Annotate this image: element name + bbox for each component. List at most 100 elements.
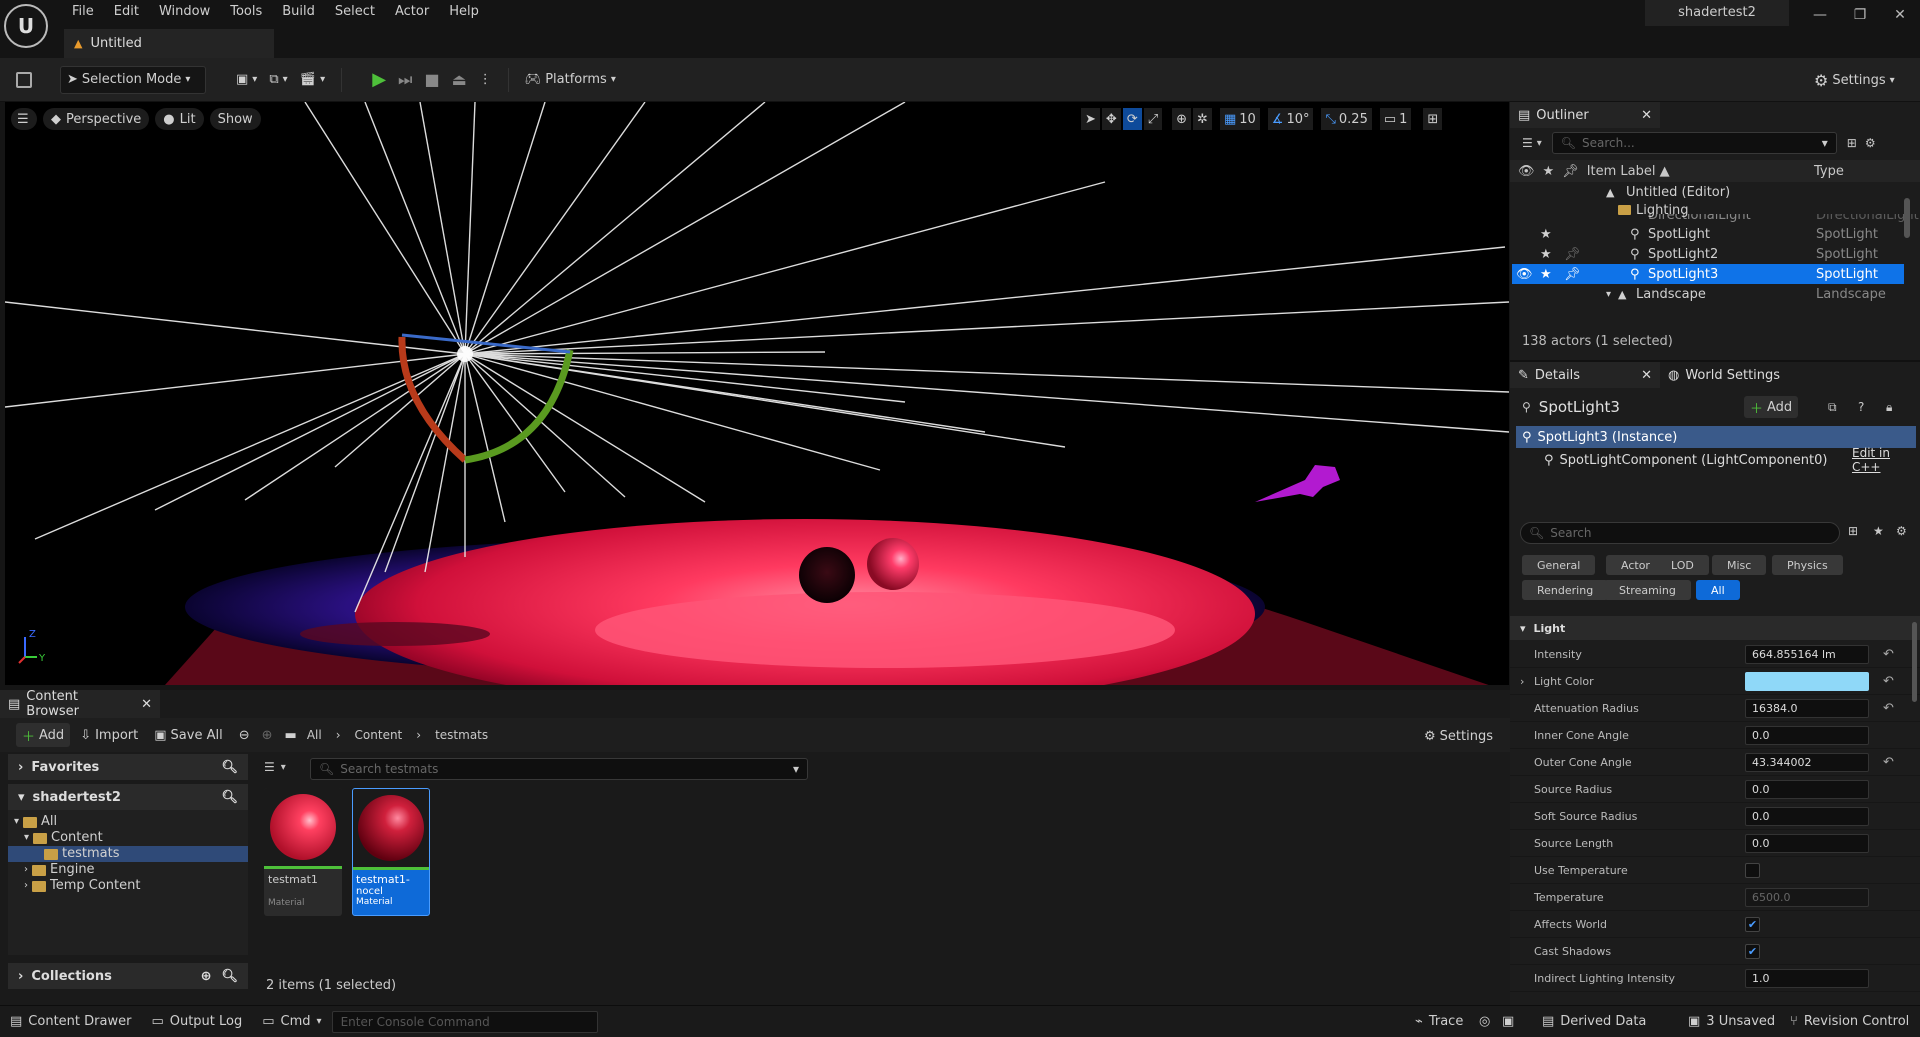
star-icon[interactable]: ★ bbox=[1543, 164, 1555, 179]
star-icon[interactable]: ★ bbox=[1540, 267, 1552, 282]
asset-tile-testmat1-nocel[interactable]: testmat1- nocel Material bbox=[352, 788, 430, 916]
record-button[interactable]: ◎ bbox=[1475, 1006, 1494, 1037]
category-general[interactable]: General bbox=[1522, 555, 1596, 575]
close-tab-icon[interactable]: ✕ bbox=[141, 697, 152, 712]
close-window-icon[interactable]: ✕ bbox=[1880, 2, 1920, 28]
menu-actor[interactable]: Actor bbox=[385, 4, 439, 20]
cinematics-button[interactable]: 🎬︎ ▾ bbox=[294, 66, 332, 94]
add-content-button[interactable]: ▣ ▾ bbox=[230, 66, 263, 94]
project-header[interactable]: ▾ shadertest2 🔍︎ bbox=[8, 784, 248, 810]
menu-help[interactable]: Help bbox=[439, 4, 489, 20]
inner-cone-angle-field[interactable]: 0.0 bbox=[1745, 725, 1869, 745]
asset-search-input[interactable]: 🔍︎ Search testmats ▾ bbox=[310, 758, 808, 780]
derived-data-button[interactable]: ▤ Derived Data bbox=[1532, 1006, 1656, 1037]
revision-control-button[interactable]: ⑂ Revision Control bbox=[1780, 1006, 1919, 1037]
pin-icon[interactable]: 📌︎ bbox=[1564, 247, 1581, 262]
forward-button[interactable]: ⊕ bbox=[260, 721, 275, 749]
save-all-button[interactable]: ▣ Save All bbox=[148, 721, 228, 749]
settings-dropdown[interactable]: ⚙ Settings ▾ bbox=[1808, 66, 1901, 94]
favorites-header[interactable]: › Favorites 🔍︎ bbox=[8, 754, 248, 780]
content-browser-tab[interactable]: ▤ Content Browser ✕ bbox=[0, 689, 160, 719]
attenuation-radius-field[interactable]: 16384.0 bbox=[1745, 698, 1869, 718]
pin-icon[interactable]: 📌︎ bbox=[1564, 267, 1581, 282]
light-section-header[interactable]: ▾ Light bbox=[1510, 616, 1920, 640]
col-type[interactable]: Type bbox=[1814, 164, 1844, 179]
gear-icon[interactable]: ⚙ bbox=[1896, 524, 1907, 538]
breadcrumb-content[interactable]: Content bbox=[355, 728, 403, 742]
visibility-icon[interactable]: 👁︎ bbox=[1516, 267, 1533, 282]
select-tool-button[interactable]: ➤ bbox=[1081, 108, 1100, 130]
add-folder-icon[interactable]: ⊞ bbox=[1847, 136, 1857, 150]
tree-item-all[interactable]: ▾ All bbox=[8, 814, 248, 830]
col-item-label[interactable]: Item Label ▲ bbox=[1587, 164, 1670, 179]
light-color-swatch[interactable] bbox=[1745, 671, 1869, 691]
minimize-icon[interactable]: — bbox=[1800, 2, 1840, 28]
visibility-icon[interactable]: 👁︎ bbox=[1518, 164, 1535, 179]
search-icon[interactable]: 🔍︎ bbox=[221, 790, 238, 805]
pin-icon[interactable]: 📌︎ bbox=[1562, 164, 1579, 179]
show-button[interactable]: Show bbox=[209, 108, 261, 130]
outliner-search-input[interactable]: 🔍︎ Search... ▾ bbox=[1551, 132, 1837, 154]
platforms-dropdown[interactable]: 🎮︎ Platforms ▾ bbox=[519, 66, 622, 94]
level-tab[interactable]: ▲ Untitled bbox=[64, 29, 274, 58]
category-rendering[interactable]: Rendering bbox=[1522, 580, 1609, 600]
outliner-row-landscape[interactable]: ▾ ▲ Landscape Landscape bbox=[1510, 284, 1920, 304]
perspective-button[interactable]: ◆ Perspective bbox=[43, 108, 150, 130]
outliner-row-directionallight[interactable]: DirectionalLight DirectionalLight bbox=[1510, 214, 1920, 224]
details-tab[interactable]: ✎ Details ✕ bbox=[1510, 362, 1660, 388]
tree-item-engine[interactable]: › Engine bbox=[8, 862, 248, 878]
reset-icon[interactable]: ↶ bbox=[1883, 755, 1894, 770]
cast-shadows-checkbox[interactable]: ✔ bbox=[1745, 943, 1760, 959]
lit-button[interactable]: ● Lit bbox=[155, 108, 204, 130]
menu-tools[interactable]: Tools bbox=[220, 4, 272, 20]
category-streaming[interactable]: Streaming bbox=[1604, 580, 1691, 600]
menu-edit[interactable]: Edit bbox=[104, 4, 149, 20]
world-settings-tab[interactable]: ◍ World Settings bbox=[1660, 362, 1820, 388]
close-tab-icon[interactable]: ✕ bbox=[1641, 108, 1652, 123]
source-radius-field[interactable]: 0.0 bbox=[1745, 779, 1869, 799]
details-search-input[interactable]: 🔍︎ Search bbox=[1520, 522, 1840, 544]
unsaved-button[interactable]: ▣ 3 Unsaved bbox=[1678, 1006, 1785, 1037]
breadcrumb-folder[interactable]: ▬ bbox=[279, 721, 303, 749]
add-button[interactable]: ＋ Add bbox=[16, 723, 71, 747]
surface-snap-button[interactable]: ✲ bbox=[1193, 108, 1212, 130]
component-row[interactable]: ⚲ SpotLightComponent (LightComponent0) E… bbox=[1516, 446, 1916, 474]
trace-button[interactable]: ⌁ Trace bbox=[1405, 1006, 1473, 1037]
blueprint-icon[interactable]: ⧉ bbox=[1828, 400, 1837, 415]
breadcrumb-all[interactable]: All bbox=[307, 728, 322, 742]
outliner-scrollbar[interactable] bbox=[1904, 198, 1910, 238]
close-tab-icon[interactable]: ✕ bbox=[1641, 368, 1652, 383]
outliner-row-spotlight3[interactable]: 👁︎ ★ 📌︎ ⚲ SpotLight3 SpotLight bbox=[1512, 264, 1904, 284]
content-drawer-button[interactable]: ▤ Content Drawer bbox=[0, 1006, 141, 1037]
rotation-snap-button[interactable]: ∡ 10° bbox=[1267, 108, 1314, 130]
outliner-row-spotlight2[interactable]: ★ 📌︎ ⚲ SpotLight2 SpotLight bbox=[1510, 244, 1920, 264]
asset-tile-testmat1[interactable]: testmat1 Material bbox=[264, 788, 342, 916]
selection-mode-dropdown[interactable]: ➤ Selection Mode ▾ bbox=[60, 65, 206, 94]
reset-icon[interactable]: ↶ bbox=[1883, 701, 1894, 716]
save-level-button[interactable] bbox=[10, 66, 38, 94]
use-temperature-checkbox[interactable] bbox=[1745, 862, 1760, 878]
outliner-row-spotlight[interactable]: ★ ⚲ SpotLight SpotLight bbox=[1510, 224, 1920, 244]
star-icon[interactable]: ★ bbox=[1540, 227, 1552, 242]
collections-header[interactable]: › Collections ⊕ 🔍︎ bbox=[8, 963, 248, 989]
help-icon[interactable]: ? bbox=[1858, 400, 1864, 414]
outer-cone-angle-field[interactable]: 43.344002 bbox=[1745, 752, 1869, 772]
console-command-input[interactable]: Enter Console Command bbox=[331, 1010, 598, 1033]
category-misc[interactable]: Misc bbox=[1712, 555, 1767, 575]
category-lod[interactable]: LOD bbox=[1656, 555, 1709, 575]
search-icon[interactable]: 🔍︎ bbox=[221, 969, 238, 984]
screenshot-button[interactable]: ▣ bbox=[1498, 1006, 1518, 1037]
gear-icon[interactable]: ⚙ bbox=[1865, 136, 1876, 150]
play-button[interactable]: ▶ bbox=[366, 66, 392, 94]
reset-icon[interactable]: ↶ bbox=[1883, 674, 1894, 689]
layout-button[interactable]: ⊞ bbox=[1423, 108, 1443, 130]
filter-icon[interactable]: ☰ bbox=[1522, 136, 1533, 150]
indirect-lighting-field[interactable]: 1.0 bbox=[1745, 968, 1869, 988]
menu-window[interactable]: Window bbox=[149, 4, 220, 20]
menu-file[interactable]: File bbox=[62, 4, 104, 20]
menu-select[interactable]: Select bbox=[325, 4, 385, 20]
add-component-button[interactable]: ＋ Add bbox=[1744, 396, 1799, 418]
play-options-button[interactable]: ⋮ bbox=[473, 66, 498, 94]
lock-icon[interactable]: 🔒︎ bbox=[1886, 400, 1892, 415]
category-all[interactable]: All bbox=[1696, 580, 1740, 600]
